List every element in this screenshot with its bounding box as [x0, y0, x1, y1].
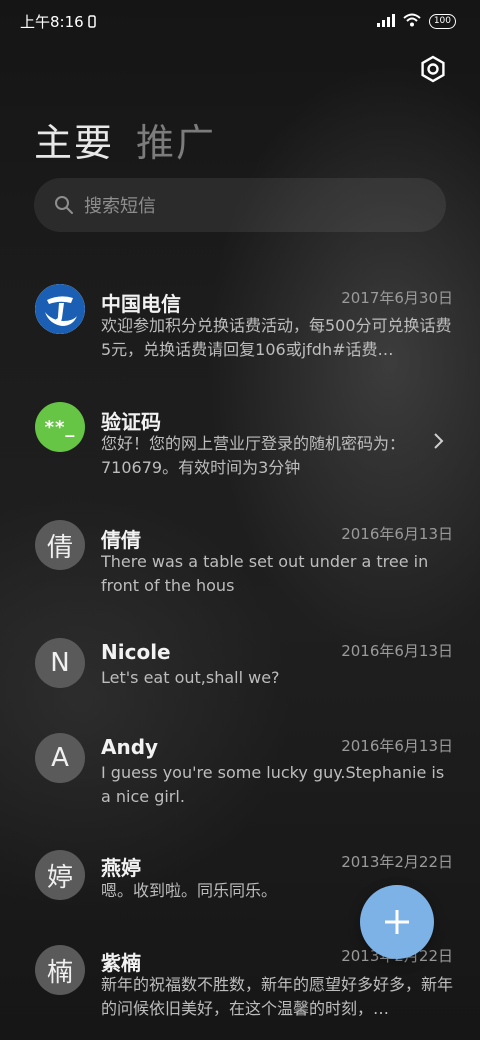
conversation-item[interactable]: 中国电信 2017年6月30日 欢迎参加积分兑换话费活动，每500分可兑换话费5…: [0, 284, 480, 364]
wifi-icon: [403, 12, 421, 31]
conversation-date: 2013年2月22日: [341, 853, 453, 871]
compose-button[interactable]: [360, 885, 434, 959]
status-bar: 上午8:16 100: [0, 0, 480, 40]
settings-icon: [421, 55, 445, 83]
conversation-date: 2016年6月13日: [341, 737, 453, 755]
conversation-item[interactable]: N Nicole 2016年6月13日 Let's eat out,shall …: [0, 638, 480, 694]
conversation-preview: Let's eat out,shall we?: [101, 668, 280, 687]
conversation-preview: 欢迎参加积分兑换话费活动，每500分可兑换话费5元，兑换话费请回复106或jfd…: [101, 316, 452, 359]
tab-bar: 主要 推广: [34, 112, 216, 167]
conversation-preview: 您好！您的网上营业厅登录的随机密码为：710679。有效时间为3分钟: [101, 434, 406, 477]
conversation-item[interactable]: **_ 验证码 您好！您的网上营业厅登录的随机密码为：710679。有效时间为3…: [0, 402, 480, 482]
plus-icon: [385, 910, 409, 934]
conversation-name: 验证码: [101, 410, 161, 434]
conversation-item[interactable]: A Andy 2016年6月13日 I guess you're some lu…: [0, 733, 480, 813]
conversation-date: 2016年6月13日: [341, 525, 453, 543]
settings-button[interactable]: [418, 54, 448, 84]
search-icon: [55, 196, 73, 214]
conversation-name: Andy: [101, 735, 159, 759]
conversation-item[interactable]: 倩 倩倩 2016年6月13日 There was a table set ou…: [0, 520, 480, 600]
tab-primary[interactable]: 主要: [34, 112, 114, 167]
verification-code-avatar: **_: [35, 402, 85, 452]
conversation-name: Nicole: [101, 640, 171, 664]
search-input[interactable]: 搜索短信: [34, 178, 446, 232]
avatar: 倩: [35, 520, 85, 570]
china-telecom-logo-icon: [35, 284, 85, 334]
battery-icon: 100: [428, 14, 456, 29]
avatar: N: [35, 638, 85, 688]
conversation-preview: 新年的祝福数不胜数，新年的愿望好多好多，新年的问候依旧美好，在这个温馨的时刻，…: [101, 975, 453, 1018]
conversation-date: 2016年6月13日: [341, 642, 453, 660]
avatar: 婷: [35, 850, 85, 900]
chevron-right-icon: [432, 432, 444, 454]
search-placeholder: 搜索短信: [84, 196, 156, 217]
conversation-date: 2017年6月30日: [341, 289, 453, 307]
avatar: 楠: [35, 945, 85, 995]
conversation-name: 燕婷: [101, 856, 141, 880]
conversation-name: 倩倩: [101, 528, 141, 552]
conversation-name: 紫楠: [101, 951, 141, 975]
tab-promotions[interactable]: 推广: [136, 112, 216, 167]
avatar: A: [35, 733, 85, 783]
notification-icon: [88, 13, 96, 32]
conversation-preview: I guess you're some lucky guy.Stephanie …: [101, 763, 445, 806]
conversation-name: 中国电信: [101, 292, 181, 316]
signal-icon: [376, 12, 395, 31]
status-time: 上午8:16: [20, 13, 84, 31]
conversation-preview: There was a table set out under a tree i…: [101, 552, 429, 595]
